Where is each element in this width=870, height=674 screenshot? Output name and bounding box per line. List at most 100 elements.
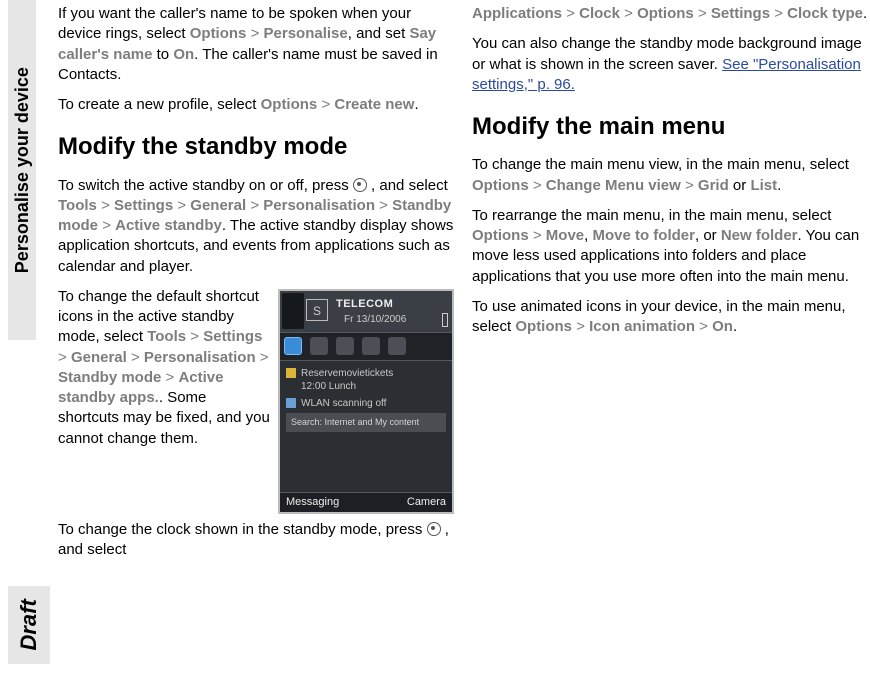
- menu-path-item: General: [71, 349, 127, 366]
- battery-icon: [442, 313, 448, 327]
- sep-icon: >: [685, 177, 694, 194]
- paragraph: You can also change the standby mode bac…: [472, 34, 868, 95]
- sep-icon: >: [251, 25, 260, 42]
- paragraph: To rearrange the main menu, in the main …: [472, 206, 868, 287]
- menu-path-item: Create new: [334, 96, 414, 113]
- menu-path-item: New folder: [721, 227, 798, 244]
- sep-icon: >: [321, 96, 330, 113]
- calendar-icon: [286, 368, 296, 378]
- menu-path-item: Options: [190, 25, 247, 42]
- heading-standby: Modify the standby mode: [58, 131, 454, 163]
- paragraph: To change the main menu view, in the mai…: [472, 155, 868, 196]
- text: , or: [695, 227, 721, 244]
- text: to: [152, 46, 173, 63]
- text: To change the clock shown in the standby…: [58, 521, 427, 538]
- sep-icon: >: [624, 5, 633, 22]
- sep-icon: >: [131, 349, 140, 366]
- wlan-status: WLAN scanning off: [286, 397, 446, 411]
- menu-key-icon: [427, 522, 441, 536]
- sep-icon: >: [166, 369, 175, 386]
- menu-key-icon: [353, 178, 367, 192]
- operator-logo: S: [306, 299, 328, 321]
- softkey-bar: Messaging Camera: [280, 492, 452, 512]
- menu-path-item: Grid: [698, 177, 729, 194]
- section-tab: Personalise your device: [8, 0, 36, 340]
- menu-path-item: Move to folder: [592, 227, 695, 244]
- text: To change the main menu view, in the mai…: [472, 156, 849, 173]
- menu-path-item: Options: [637, 5, 694, 22]
- event-text: Reservemovietickets 12:00 Lunch: [301, 367, 393, 394]
- text: .: [863, 5, 867, 22]
- draft-watermark-text: Draft: [14, 599, 44, 650]
- phone-body: Reservemovietickets 12:00 Lunch WLAN sca…: [280, 361, 452, 432]
- sep-icon: >: [533, 177, 542, 194]
- menu-path-item: Options: [515, 318, 572, 335]
- event-line: 12:00 Lunch: [301, 380, 393, 394]
- menu-path-item: Options: [472, 177, 529, 194]
- search-field: Search: Internet and My content: [286, 413, 446, 431]
- draft-watermark: Draft: [8, 586, 50, 664]
- menu-path-item: Clock: [579, 5, 620, 22]
- text: To rearrange the main menu, in the main …: [472, 207, 831, 224]
- sep-icon: >: [102, 217, 111, 234]
- menu-path-item: Personalise: [264, 25, 348, 42]
- text: To create a new profile, select: [58, 96, 261, 113]
- sep-icon: >: [699, 318, 708, 335]
- menu-path-item: Clock type: [787, 5, 863, 22]
- phone-screenshot: S TELECOM Fr 13/10/2006 Reservemovietick…: [278, 289, 454, 514]
- menu-path-item: List: [750, 177, 777, 194]
- menu-path-item: Personalisation: [144, 349, 256, 366]
- menu-path-item: On: [712, 318, 733, 335]
- paragraph: If you want the caller's name to be spok…: [58, 4, 454, 85]
- text: .: [414, 96, 418, 113]
- menu-path-item: Active standby: [115, 217, 222, 234]
- text: .: [777, 177, 781, 194]
- menu-path-item: Options: [472, 227, 529, 244]
- sep-icon: >: [533, 227, 542, 244]
- text: .: [733, 318, 737, 335]
- menu-path-item: Settings: [114, 197, 173, 214]
- sep-icon: >: [774, 5, 783, 22]
- menu-path-item: Change Menu view: [546, 177, 681, 194]
- text: , and set: [348, 25, 410, 42]
- menu-path-item: Icon animation: [589, 318, 695, 335]
- phone-statusbar: S TELECOM Fr 13/10/2006: [280, 291, 452, 333]
- operator-name: TELECOM: [336, 297, 393, 312]
- menu-path-item: Personalisation: [263, 197, 375, 214]
- menu-path-item: Options: [261, 96, 318, 113]
- page-content: If you want the caller's name to be spok…: [58, 0, 870, 674]
- text: To switch the active standby on or off, …: [58, 177, 353, 194]
- sep-icon: >: [101, 197, 110, 214]
- sep-icon: >: [698, 5, 707, 22]
- menu-path-item: Settings: [203, 328, 262, 345]
- event-line: Reservemovietickets: [301, 367, 393, 381]
- menu-path-item: Standby mode: [58, 369, 161, 386]
- menu-path-item: General: [190, 197, 246, 214]
- left-softkey: Messaging: [286, 495, 339, 510]
- shortcut-icon: [362, 337, 380, 355]
- paragraph: To switch the active standby on or off, …: [58, 176, 454, 277]
- text: or: [729, 177, 751, 194]
- search-placeholder: Search: Internet and My content: [291, 417, 419, 427]
- shortcut-bar: [280, 333, 452, 361]
- right-column: Applications > Clock > Options > Setting…: [472, 0, 868, 674]
- paragraph: To change the clock shown in the standby…: [58, 520, 454, 561]
- sep-icon: >: [58, 349, 67, 366]
- signal-icon: [282, 293, 304, 329]
- menu-path-item: Tools: [147, 328, 186, 345]
- menu-path-item: Move: [546, 227, 584, 244]
- text: , and select: [367, 177, 448, 194]
- shortcut-icon: [310, 337, 328, 355]
- menu-path-item: Settings: [711, 5, 770, 22]
- left-column: If you want the caller's name to be spok…: [58, 0, 454, 674]
- sep-icon: >: [566, 5, 575, 22]
- sep-icon: >: [379, 197, 388, 214]
- heading-main-menu: Modify the main menu: [472, 111, 868, 143]
- section-tab-text: Personalise your device: [10, 67, 34, 273]
- shortcut-icon: [388, 337, 406, 355]
- paragraph: To use animated icons in your device, in…: [472, 297, 868, 338]
- sep-icon: >: [260, 349, 269, 366]
- paragraph: Applications > Clock > Options > Setting…: [472, 4, 868, 24]
- sep-icon: >: [190, 328, 199, 345]
- wlan-text: WLAN scanning off: [301, 397, 386, 411]
